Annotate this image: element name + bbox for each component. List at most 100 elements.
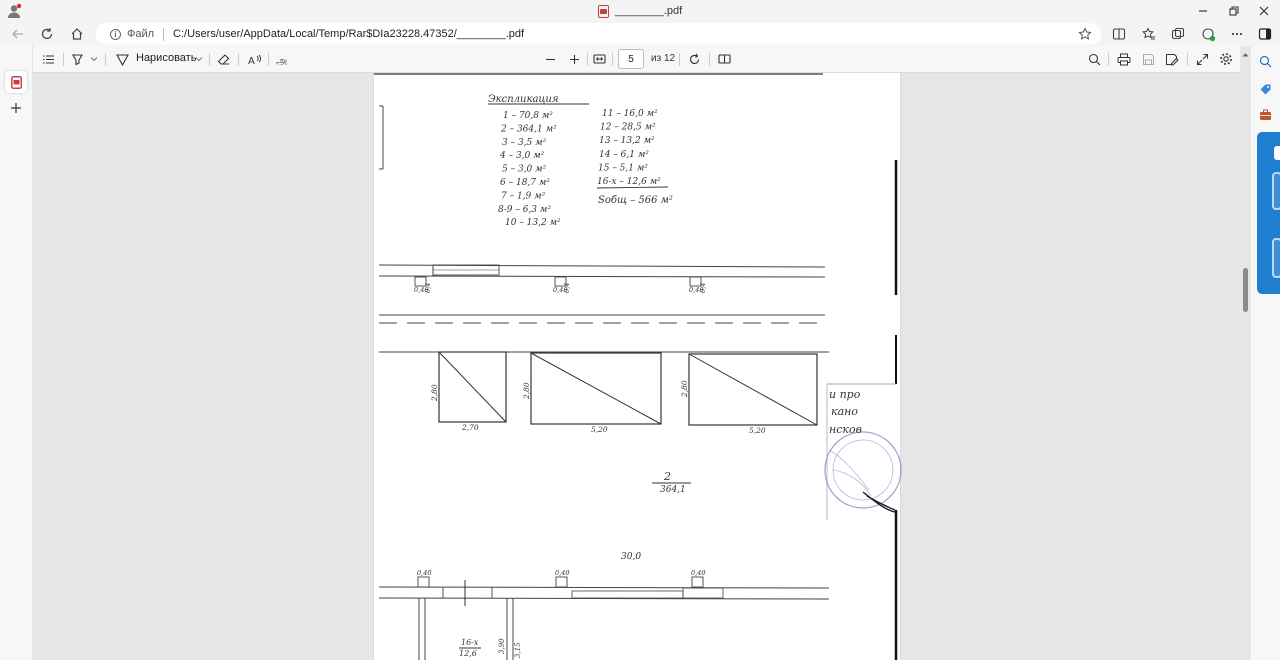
more-options-icon[interactable] xyxy=(1229,26,1245,42)
fullscreen-icon[interactable] xyxy=(1194,51,1210,67)
save-as-icon[interactable] xyxy=(1164,51,1180,67)
window-height-label: 0,4 xyxy=(424,283,432,293)
bottom-dim-2: 3,15 xyxy=(514,642,522,658)
top-window-marks: 0,400,4 0,400,4 0,400,4 xyxy=(414,283,707,294)
minimize-icon[interactable] xyxy=(1195,3,1211,19)
preview-card-3 xyxy=(1272,238,1280,278)
explication-row: 15 – 5,1 м² xyxy=(598,163,648,173)
explication-row: 2 – 364,1 м² xyxy=(500,124,557,134)
bay-height-label: 2,80 xyxy=(680,380,689,398)
explication-row: 5 – 3,0 м² xyxy=(502,165,547,175)
window-width-label: 0,40 xyxy=(555,569,569,577)
window-title: ________.pdf xyxy=(0,0,1280,22)
bay-height-label: 2,80 xyxy=(522,382,531,400)
address-content[interactable]: i Файл C:/Users/user/AppData/Local/Temp/… xyxy=(110,23,524,45)
explication-row: 3 – 3,5 м² xyxy=(502,138,547,148)
info-icon[interactable]: i xyxy=(110,28,121,40)
restore-icon[interactable] xyxy=(1226,3,1242,19)
bottom-room-area: 12,6 xyxy=(459,649,477,658)
explication-row: 14 – 6,1 м² xyxy=(599,150,649,160)
read-aloud-icon[interactable]: A xyxy=(245,51,263,67)
pdf-page: Экспликация 1 – 70,8 м² 2 – 364,1 м² 3 – 3… xyxy=(373,73,902,660)
explication-row: 13 – 13,2 м² xyxy=(599,136,655,146)
room-number: 2 xyxy=(663,470,671,483)
contents-list-icon[interactable] xyxy=(40,51,56,67)
window-height-label: 0,4 xyxy=(563,283,571,293)
eraser-icon[interactable] xyxy=(215,51,231,67)
explication-right-column: 11 – 16,0 м² 12 – 28,5 м² 13 – 13,2 м² 14 –… xyxy=(597,109,661,187)
room-area: 364,1 xyxy=(660,485,686,495)
collections-icon[interactable] xyxy=(1170,26,1186,42)
explication-row: 4 – 3,0 м² xyxy=(499,151,545,161)
home-icon[interactable] xyxy=(69,26,85,42)
shopping-tag-icon[interactable] xyxy=(1257,81,1273,97)
page-number-input[interactable]: 5 xyxy=(618,49,644,69)
explication-row: 1 – 70,8 м² xyxy=(503,111,553,121)
explication-row: 7 – 1,9 м² xyxy=(501,191,546,201)
bottom-dim-1: 3,90 xyxy=(498,638,506,654)
zoom-out-icon[interactable] xyxy=(542,51,558,67)
favorite-star-icon[interactable] xyxy=(1077,26,1093,42)
highlight-icon[interactable] xyxy=(69,51,85,67)
stamp-line-2: кано xyxy=(831,405,858,418)
svg-text:A: A xyxy=(248,56,255,66)
pdf-tab-icon[interactable] xyxy=(8,74,24,90)
explication-row: 12 – 28,5 м² xyxy=(600,123,656,133)
bottom-window-marks: 0,40 0,40 0,40 xyxy=(417,569,705,577)
save-icon[interactable] xyxy=(1140,51,1156,67)
zoom-in-icon[interactable] xyxy=(566,51,582,67)
scrollbar-thumb[interactable] xyxy=(1243,268,1248,312)
address-divider xyxy=(163,27,165,41)
back-arrow-icon[interactable] xyxy=(10,26,26,42)
settings-gear-icon[interactable] xyxy=(1218,51,1234,67)
tools-briefcase-icon[interactable] xyxy=(1257,107,1273,123)
scroll-up-arrow-icon[interactable] xyxy=(1240,49,1251,59)
draw-pen-icon[interactable] xyxy=(114,51,130,67)
window-width-label: 0,40 xyxy=(691,569,705,577)
vertical-tabs-rail xyxy=(0,46,33,660)
bay-width-label: 5,20 xyxy=(749,426,766,435)
draw-button-label[interactable]: Нарисовать xyxy=(136,52,196,64)
rotate-icon[interactable] xyxy=(686,51,702,67)
window-height-label: 0,4 xyxy=(699,283,707,293)
explication-row: 16-х – 12,6 м² xyxy=(597,177,661,187)
print-icon[interactable] xyxy=(1116,51,1132,67)
draw-dropdown-chevron-icon[interactable] xyxy=(193,51,205,67)
sidebar-search-icon[interactable] xyxy=(1257,53,1273,69)
vertical-scrollbar[interactable] xyxy=(1240,46,1251,660)
browser-essentials-icon[interactable] xyxy=(1200,26,1216,42)
favorites-icon[interactable] xyxy=(1141,26,1157,42)
stamp-line-1: и про xyxy=(829,388,861,401)
copilot-sidebar-icon[interactable] xyxy=(1257,26,1273,42)
bay-height-label: 2,80 xyxy=(430,384,439,402)
handwritten-annotations: Экспликация 1 – 70,8 м² 2 – 364,1 м² 3 – 3… xyxy=(414,94,862,658)
bay-width-label: 2,70 xyxy=(461,423,479,432)
stamp-line-3: нсков xyxy=(829,423,862,436)
url-text[interactable]: C:/Users/user/AppData/Local/Temp/Rar$DIa… xyxy=(173,28,524,40)
page-view-icon[interactable] xyxy=(716,51,732,67)
explication-row: 8-9 – 6,3 м² xyxy=(498,205,551,215)
translate-icon[interactable]: அ xyxy=(274,51,292,67)
bay-width-label: 5,20 xyxy=(591,425,608,434)
preview-card-2 xyxy=(1272,172,1280,210)
sidebar-app-preview[interactable] xyxy=(1257,132,1280,294)
highlight-dropdown-chevron-icon[interactable] xyxy=(88,51,100,67)
bottom-room-number: 16-х xyxy=(461,638,479,647)
svg-text:அ: அ xyxy=(276,56,287,66)
bay-dimension-labels: 2,80 2,70 2,80 5,20 2,80 5,20 xyxy=(430,380,766,435)
split-screen-icon[interactable] xyxy=(1111,26,1127,42)
window-title-text: ________.pdf xyxy=(614,5,683,17)
explication-total: Sобщ – 566 м² xyxy=(598,195,673,206)
explication-row: 10 – 13,2 м² xyxy=(505,218,561,228)
close-window-icon[interactable] xyxy=(1256,3,1272,19)
explication-left-column: 1 – 70,8 м² 2 – 364,1 м² 3 – 3,5 м² 4 – 3,0… xyxy=(498,111,561,228)
scheme-label: Файл xyxy=(127,28,155,40)
fit-to-width-icon[interactable] xyxy=(591,51,607,67)
explication-row: 11 – 16,0 м² xyxy=(602,109,658,119)
preview-card-1 xyxy=(1274,146,1280,160)
search-icon[interactable] xyxy=(1086,51,1102,67)
explication-heading: Экспликация xyxy=(488,94,558,105)
refresh-icon[interactable] xyxy=(39,26,55,42)
pdf-file-icon xyxy=(597,4,609,18)
new-tab-plus-icon[interactable] xyxy=(8,100,24,116)
